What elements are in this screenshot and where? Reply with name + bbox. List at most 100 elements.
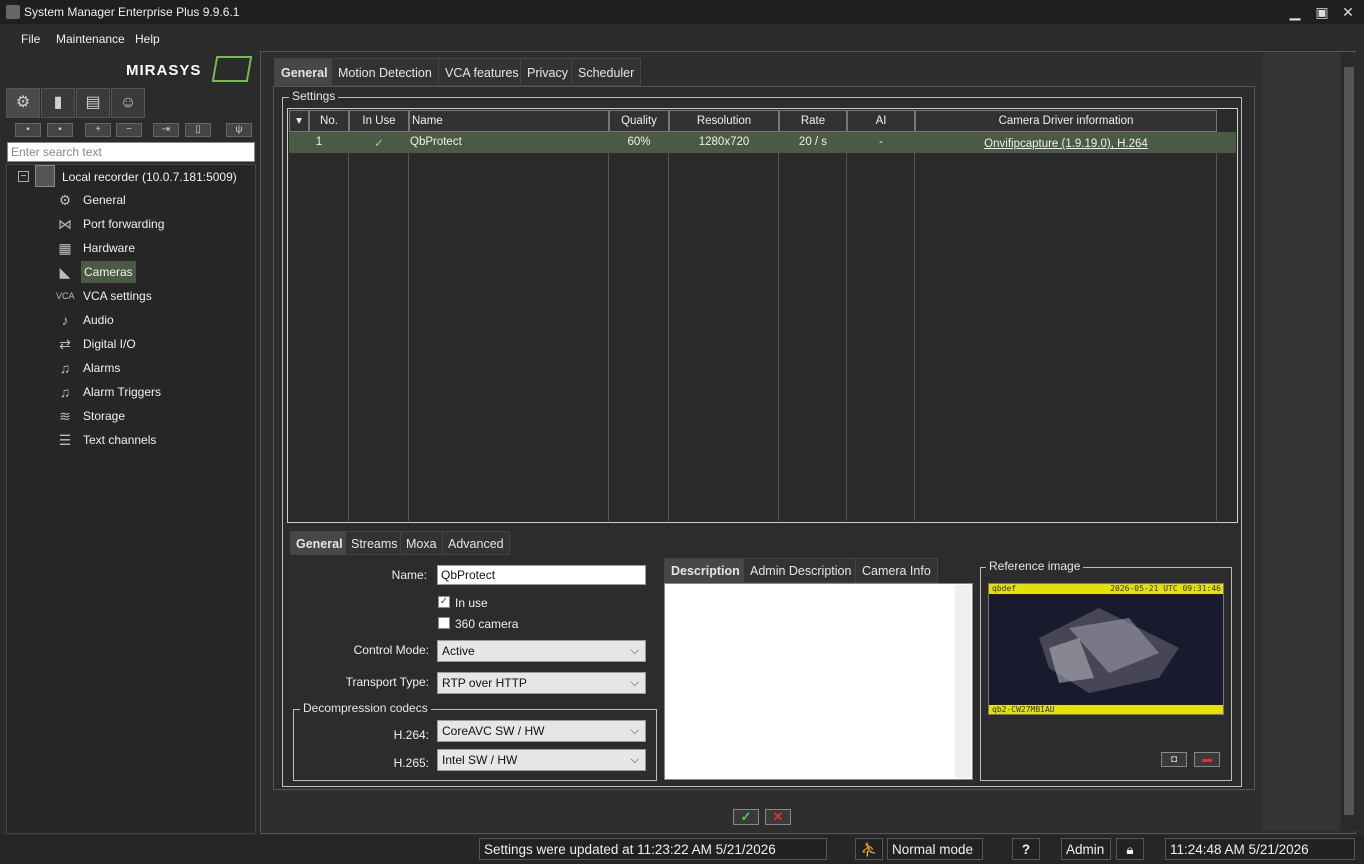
tab-users-icon[interactable]: ☺: [111, 88, 145, 118]
snapshot-button[interactable]: ◘: [1161, 752, 1187, 767]
tab-settings-icon[interactable]: ⚙: [6, 88, 40, 118]
grid-column-line: [349, 132, 409, 521]
h265-value: Intel SW / HW: [442, 753, 518, 767]
sidebar-item-label: General: [83, 193, 126, 207]
tab-motion-detection[interactable]: Motion Detection: [331, 58, 439, 86]
overlay-top-left: qbdef: [992, 584, 1017, 593]
cell-ai: -: [879, 136, 883, 148]
sidebar-item-general[interactable]: ⚙ General: [56, 189, 246, 211]
grid-column-line: [609, 132, 669, 521]
settings-legend: Settings: [289, 89, 339, 103]
close-button[interactable]: ✕: [1336, 3, 1360, 21]
logo-mark-icon: [211, 56, 253, 82]
h265-select[interactable]: Intel SW / HW ⌵: [437, 749, 646, 771]
column-header-ai[interactable]: AI: [847, 110, 915, 132]
column-header-in-use[interactable]: In Use: [349, 110, 409, 132]
column-menu-button[interactable]: ▾: [289, 110, 309, 132]
reference-image: qbdef 2026-05-21 UTC 09:31:46 qb2-CW27MB…: [988, 583, 1224, 715]
sidebar-item-alarm-triggers[interactable]: ♫ Alarm Triggers: [56, 381, 246, 403]
sidebar-item-hardware[interactable]: ▦ Hardware: [56, 237, 246, 259]
sidebar-item-storage[interactable]: ≋ Storage: [56, 405, 246, 427]
chevron-down-icon: ⌵: [630, 645, 639, 657]
sidebar-item-label: Cameras: [81, 261, 136, 283]
sidebar-item-cameras[interactable]: ◣ Cameras: [56, 261, 246, 283]
point-cloud-graphic: [1039, 608, 1179, 693]
camera-360-checkbox[interactable]: [438, 617, 450, 629]
h264-select[interactable]: CoreAVC SW / HW ⌵: [437, 720, 646, 742]
cell-quality: 60%: [627, 136, 651, 148]
gear-icon: ⚙: [15, 94, 31, 111]
sidebar-item-digital-io[interactable]: ⇄ Digital I/O: [56, 333, 246, 355]
tab-description[interactable]: Description: [664, 558, 747, 583]
sidebar-item-label: Alarm Triggers: [83, 385, 162, 399]
sidebar-item-text-channels[interactable]: ☰ Text channels: [56, 429, 246, 451]
column-header-resolution[interactable]: Resolution: [669, 110, 779, 132]
move-icon[interactable]: ⇥: [153, 123, 179, 137]
connect-icon[interactable]: ψ: [226, 123, 252, 137]
collapse-toggle[interactable]: −: [18, 171, 29, 182]
column-header-name[interactable]: Name: [409, 110, 609, 132]
clear-image-button[interactable]: ▬: [1194, 752, 1220, 767]
tab-admin-description[interactable]: Admin Description: [743, 558, 859, 583]
in-use-checkbox[interactable]: ✓: [438, 596, 450, 608]
io-icon: ⇄: [59, 336, 71, 352]
subtab-advanced[interactable]: Advanced: [442, 531, 510, 555]
sidebar-item-alarms[interactable]: ♫ Alarms: [56, 357, 246, 379]
overlay-top-band: qbdef 2026-05-21 UTC 09:31:46: [989, 584, 1223, 594]
tab-vca-features[interactable]: VCA features: [438, 58, 526, 86]
control-mode-label: Control Mode:: [353, 643, 429, 657]
tab-general[interactable]: General: [274, 58, 335, 86]
subtab-general[interactable]: General: [290, 531, 349, 555]
delete-icon[interactable]: ▯: [185, 123, 211, 137]
sidebar-item-port-forwarding[interactable]: ⋈ Port forwarding: [56, 213, 246, 235]
mirasys-logo: MIRASYS: [126, 62, 202, 79]
sidebar-item-label: Audio: [83, 313, 114, 327]
bell-icon: ♫: [59, 360, 71, 376]
users-icon: ☺: [119, 94, 137, 111]
sidebar-item-vca-settings[interactable]: VCA VCA settings: [56, 285, 246, 307]
sidebar-item-audio[interactable]: ♪ Audio: [56, 309, 246, 331]
tab-reports-icon[interactable]: ▤: [76, 88, 110, 118]
column-header-driver[interactable]: Camera Driver information: [915, 110, 1217, 132]
menu-help[interactable]: Help: [135, 32, 160, 46]
tab-devices-icon[interactable]: ▮: [41, 88, 75, 118]
cell-rate: 20 / s: [798, 136, 828, 148]
minimize-button[interactable]: ▁: [1283, 3, 1307, 21]
sidebar-item-label: Storage: [83, 409, 126, 423]
main-scrollbar[interactable]: [1342, 53, 1356, 831]
tab-scheduler[interactable]: Scheduler: [571, 58, 642, 86]
cancel-button[interactable]: ✕: [765, 809, 791, 825]
grid-column-line: [915, 132, 1217, 521]
add-group-icon[interactable]: ▪: [15, 123, 41, 137]
menu-maintenance[interactable]: Maintenance: [56, 32, 125, 46]
tab-camera-info[interactable]: Camera Info: [855, 558, 938, 583]
subtab-streams[interactable]: Streams: [345, 531, 404, 555]
h265-label: H.265:: [393, 756, 429, 770]
menu-file[interactable]: File: [21, 32, 40, 46]
tab-privacy[interactable]: Privacy: [520, 58, 575, 86]
scrollbar-thumb[interactable]: [1344, 67, 1354, 815]
column-header-quality[interactable]: Quality: [609, 110, 669, 132]
subtab-moxa[interactable]: Moxa: [400, 531, 443, 555]
lock-icon[interactable]: 🔒︎: [1116, 838, 1144, 860]
description-scrollbar[interactable]: [955, 585, 971, 778]
search-input[interactable]: [7, 142, 255, 162]
maximize-button[interactable]: ▣: [1310, 3, 1334, 21]
transport-type-select[interactable]: RTP over HTTP ⌵: [437, 672, 646, 694]
description-textarea[interactable]: [664, 583, 973, 780]
column-header-rate[interactable]: Rate: [779, 110, 847, 132]
column-header-no[interactable]: No.: [309, 110, 349, 132]
add-icon[interactable]: +: [85, 123, 111, 137]
help-button[interactable]: ?: [1012, 838, 1040, 860]
codecs-legend: Decompression codecs: [300, 701, 431, 715]
control-mode-select[interactable]: Active ⌵: [437, 640, 646, 662]
driver-link[interactable]: Onvifipcapture (1.9.19.0), H.264: [915, 138, 1217, 150]
name-field[interactable]: QbProtect: [437, 565, 646, 585]
sidebar-item-label: VCA settings: [83, 289, 152, 303]
app-icon: [6, 5, 20, 19]
tree-root-label[interactable]: Local recorder (10.0.7.181:5009): [62, 170, 237, 184]
ok-button[interactable]: ✓: [733, 809, 759, 825]
layers-icon: ≋: [59, 408, 71, 424]
remove-icon[interactable]: −: [116, 123, 142, 137]
remove-group-icon[interactable]: ▪: [47, 123, 73, 137]
